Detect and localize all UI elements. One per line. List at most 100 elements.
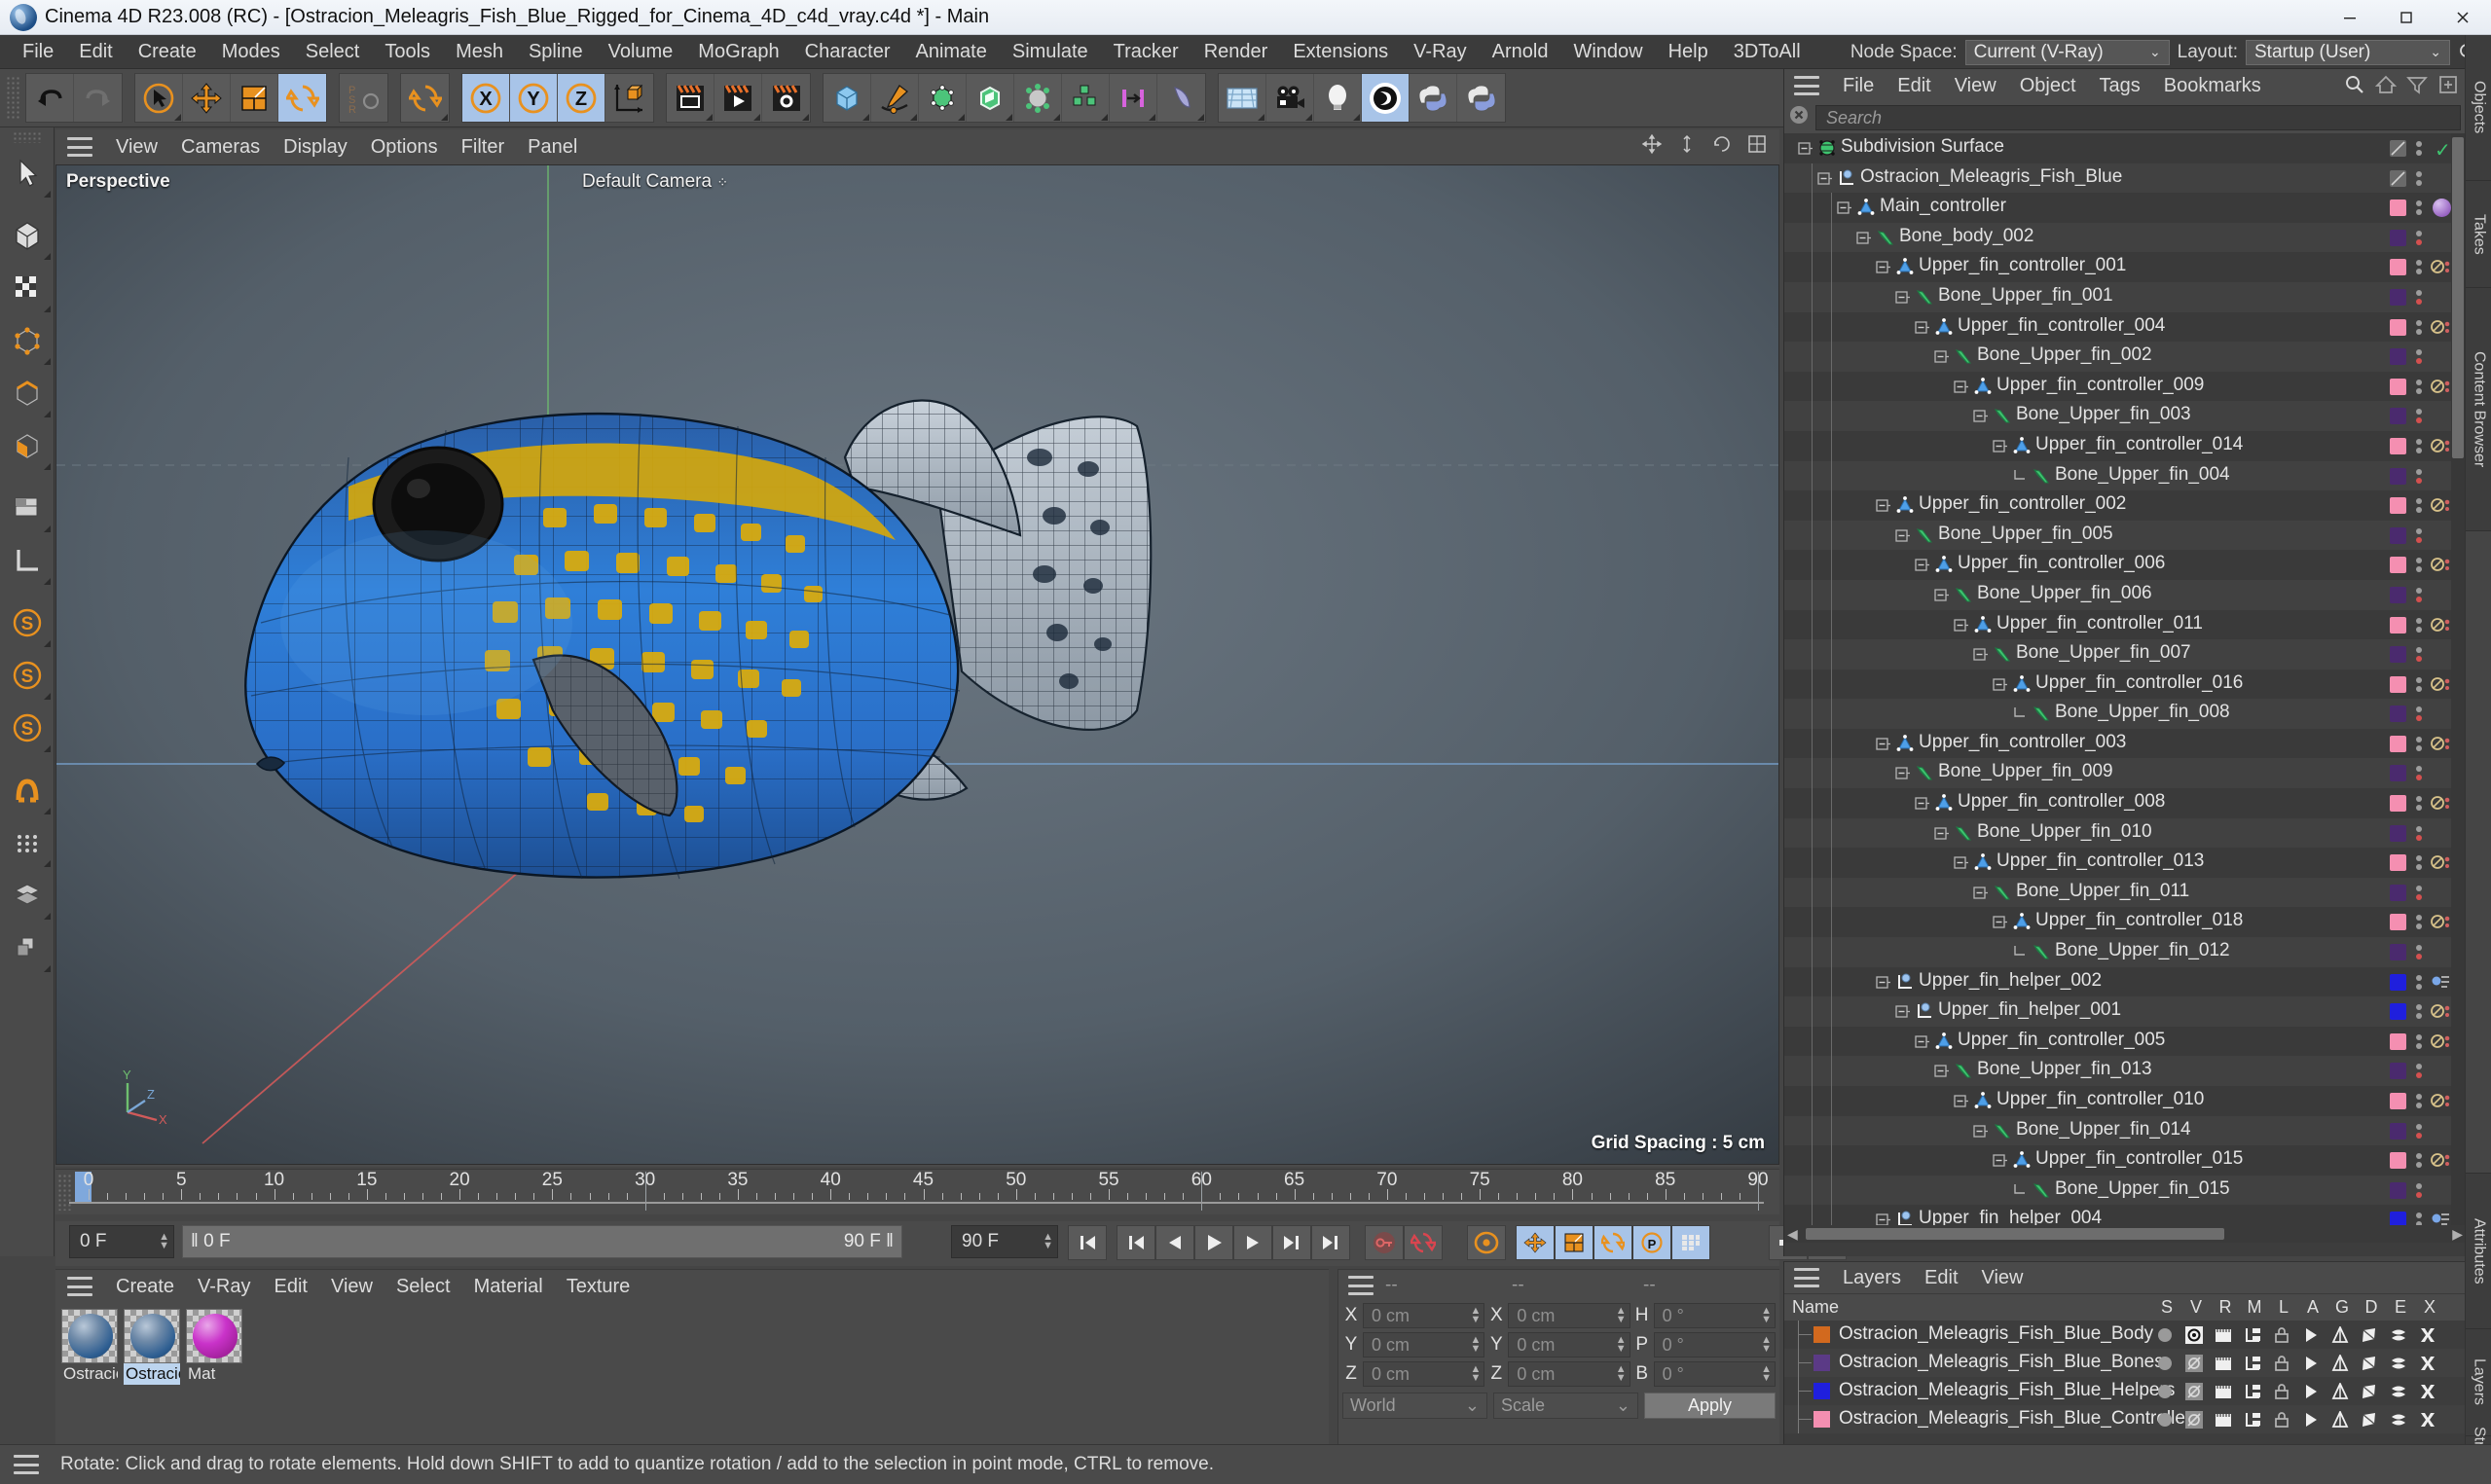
expand-collapse-button[interactable] bbox=[1837, 199, 1851, 214]
layer-color-tag[interactable] bbox=[2390, 824, 2406, 842]
expand-collapse-button[interactable] bbox=[1973, 408, 1988, 422]
apply-button[interactable]: Apply bbox=[1644, 1393, 1776, 1419]
material-menu-select[interactable]: Select bbox=[385, 1273, 462, 1301]
visibility-dot-editor[interactable] bbox=[2415, 319, 2422, 326]
visibility-dot-render[interactable] bbox=[2415, 834, 2422, 841]
visibility-dot-editor[interactable] bbox=[2415, 527, 2422, 534]
object-menu-object[interactable]: Object bbox=[2008, 72, 2088, 100]
visibility-dot-render[interactable] bbox=[2415, 1013, 2422, 1020]
lock-toggle[interactable] bbox=[2273, 1355, 2290, 1371]
key-pla-button[interactable] bbox=[1671, 1225, 1710, 1260]
constraint-tag-icon[interactable] bbox=[2431, 615, 2451, 640]
generators-toggle[interactable] bbox=[2331, 1324, 2349, 1343]
manager-toggle[interactable] bbox=[2244, 1355, 2260, 1371]
visibility-dot-editor[interactable] bbox=[2415, 1153, 2422, 1160]
solo-toggle[interactable] bbox=[2156, 1383, 2173, 1399]
visibility-dot-editor[interactable] bbox=[2415, 289, 2422, 296]
expand-collapse-button[interactable] bbox=[1856, 230, 1871, 244]
constraint-tag-icon[interactable] bbox=[2431, 257, 2451, 282]
visibility-dot-editor[interactable] bbox=[2415, 260, 2422, 267]
object-row[interactable]: Upper_fin_controller_005 bbox=[1784, 1026, 2466, 1057]
object-row[interactable]: Upper_fin_controller_014 bbox=[1784, 430, 2466, 461]
constraint-tag-icon[interactable] bbox=[2431, 793, 2451, 818]
menu-mesh[interactable]: Mesh bbox=[443, 37, 516, 67]
menu-character[interactable]: Character bbox=[792, 37, 903, 67]
constraint-tag-icon[interactable] bbox=[2431, 1150, 2451, 1176]
size-z-input[interactable]: 0 cm ▲ ▼ bbox=[1508, 1361, 1630, 1387]
object-menu-edit[interactable]: Edit bbox=[1886, 72, 1942, 100]
menu-extensions[interactable]: Extensions bbox=[1280, 37, 1401, 67]
visibility-dot-render[interactable] bbox=[2415, 1191, 2422, 1198]
layer-row[interactable]: Ostracion_Meleagris_Fish_Blue_Body bbox=[1784, 1321, 2465, 1349]
object-row[interactable]: Bone_Upper_fin_001 bbox=[1784, 281, 2466, 312]
viewport-menu-view[interactable]: View bbox=[104, 133, 169, 162]
material-hamburger-icon[interactable] bbox=[67, 1277, 92, 1296]
manager-toggle[interactable] bbox=[2244, 1326, 2260, 1343]
green-cube-icon[interactable] bbox=[967, 74, 1014, 122]
points-mode-tool[interactable] bbox=[2, 314, 53, 367]
menu-window[interactable]: Window bbox=[1560, 37, 1655, 67]
visibility-dot-render[interactable] bbox=[2415, 1072, 2422, 1079]
preview-range-bar[interactable]: ‖ 0 F 90 F ‖ bbox=[182, 1225, 902, 1258]
layer-color-tag[interactable] bbox=[2390, 1122, 2406, 1140]
visibility-dot-render[interactable] bbox=[2415, 358, 2422, 365]
visibility-toggle[interactable] bbox=[2185, 1326, 2203, 1344]
layer-menu-layers[interactable]: Layers bbox=[1831, 1264, 1913, 1292]
add-camera-button[interactable] bbox=[1266, 74, 1314, 122]
material-thumbnail[interactable] bbox=[186, 1309, 242, 1363]
layer-menu-edit[interactable]: Edit bbox=[1913, 1264, 1969, 1292]
layer-color-tag[interactable] bbox=[2390, 706, 2406, 723]
render-toggle[interactable] bbox=[2215, 1383, 2231, 1399]
menu-spline[interactable]: Spline bbox=[516, 37, 596, 67]
expressions-toggle[interactable] bbox=[2390, 1383, 2406, 1399]
render-to-picture-button[interactable] bbox=[714, 74, 762, 122]
layer-color-tag[interactable] bbox=[2390, 348, 2406, 366]
material-menu-texture[interactable]: Texture bbox=[555, 1273, 642, 1301]
clear-search-icon[interactable] bbox=[1788, 104, 1810, 131]
expand-collapse-button[interactable] bbox=[1993, 438, 2007, 452]
expand-collapse-button[interactable] bbox=[1973, 1123, 1988, 1138]
expand-collapse-button[interactable] bbox=[1915, 795, 1929, 810]
object-row[interactable]: Subdivision Surface ✓ bbox=[1784, 133, 2466, 163]
object-row[interactable]: Upper_fin_controller_002 bbox=[1784, 490, 2466, 521]
object-row[interactable]: Bone_Upper_fin_013 bbox=[1784, 1056, 2466, 1086]
object-menu-tags[interactable]: Tags bbox=[2088, 72, 2152, 100]
visibility-dot-render[interactable] bbox=[2415, 477, 2422, 484]
layer-row[interactable]: Ostracion_Meleagris_Fish_Blue_Controller… bbox=[1784, 1405, 2465, 1433]
render-settings-button[interactable] bbox=[762, 74, 810, 122]
expressions-toggle[interactable] bbox=[2390, 1411, 2406, 1428]
expand-collapse-button[interactable] bbox=[1993, 1152, 2007, 1167]
go-to-start-button[interactable] bbox=[1068, 1225, 1107, 1260]
visibility-dot-editor[interactable] bbox=[2415, 825, 2422, 832]
expand-collapse-button[interactable] bbox=[1934, 348, 1949, 363]
solo-toggle[interactable] bbox=[2156, 1411, 2173, 1428]
undo-button[interactable] bbox=[26, 74, 74, 122]
menu-simulate[interactable]: Simulate bbox=[1000, 37, 1101, 67]
lock-z-button[interactable]: Z bbox=[558, 74, 605, 122]
object-row[interactable]: Bone_body_002 bbox=[1784, 222, 2466, 253]
pos-x-input[interactable]: 0 cm ▲ ▼ bbox=[1363, 1303, 1485, 1328]
object-vertical-scrollbar[interactable] bbox=[2451, 133, 2465, 1231]
viewport-scale-icon[interactable] bbox=[1676, 133, 1698, 161]
layer-color-swatch[interactable] bbox=[1813, 1355, 1830, 1371]
visibility-dot-render[interactable] bbox=[2415, 1132, 2422, 1139]
visibility-dot-render[interactable] bbox=[2415, 954, 2422, 960]
visibility-dot-render[interactable] bbox=[2415, 328, 2422, 335]
viewport-menu-filter[interactable]: Filter bbox=[450, 133, 516, 162]
xref-toggle[interactable] bbox=[2419, 1355, 2436, 1371]
layer-color-tag[interactable] bbox=[2390, 1181, 2406, 1199]
visibility-dot-editor[interactable] bbox=[2415, 558, 2422, 564]
visibility-dot-editor[interactable] bbox=[2415, 736, 2422, 742]
solo-toggle[interactable] bbox=[2156, 1326, 2173, 1343]
add-light-button[interactable] bbox=[1314, 74, 1362, 122]
expand-collapse-button[interactable] bbox=[1915, 557, 1929, 571]
object-row[interactable]: Bone_Upper_fin_005 bbox=[1784, 520, 2466, 551]
home-icon[interactable] bbox=[2374, 74, 2398, 101]
generators-toggle[interactable] bbox=[2331, 1353, 2349, 1371]
expand-collapse-button[interactable] bbox=[1954, 1093, 1968, 1107]
field-button[interactable] bbox=[1157, 74, 1205, 122]
menu-animate[interactable]: Animate bbox=[902, 37, 999, 67]
record-key-button[interactable] bbox=[1365, 1225, 1404, 1260]
render-toggle[interactable] bbox=[2215, 1355, 2231, 1371]
expand-collapse-button[interactable] bbox=[1954, 617, 1968, 632]
